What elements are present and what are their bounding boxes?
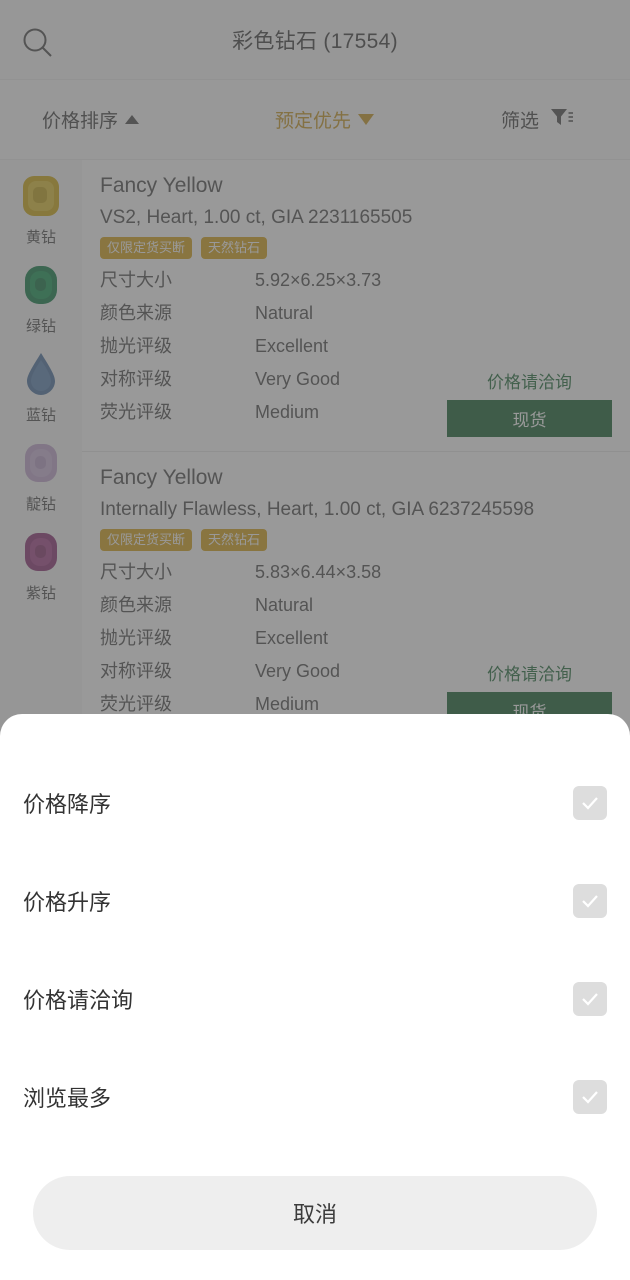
check-icon[interactable]	[573, 786, 607, 820]
cancel-button[interactable]: 取消	[33, 1176, 597, 1250]
sort-option-label: 价格升序	[23, 890, 112, 915]
sort-option-label: 浏览最多	[23, 1086, 112, 1111]
cancel-area: 取消	[0, 1146, 630, 1250]
sort-option-label: 价格降序	[23, 792, 112, 817]
check-icon[interactable]	[573, 1080, 607, 1114]
sort-option-price-inquiry[interactable]: 价格请洽询	[0, 950, 630, 1048]
sort-option-most-viewed[interactable]: 浏览最多	[0, 1048, 630, 1146]
check-icon[interactable]	[573, 982, 607, 1016]
sort-option-label: 价格请洽询	[23, 988, 134, 1013]
sort-options-bottom-sheet: 价格降序 价格升序 价格请洽询 浏览最多 取消	[0, 714, 630, 1280]
check-icon[interactable]	[573, 884, 607, 918]
sort-option-price-asc[interactable]: 价格升序	[0, 852, 630, 950]
sort-option-price-desc[interactable]: 价格降序	[0, 754, 630, 852]
app-root: 彩色钻石 (17554) 价格排序 预定优先 筛选	[0, 0, 630, 1280]
